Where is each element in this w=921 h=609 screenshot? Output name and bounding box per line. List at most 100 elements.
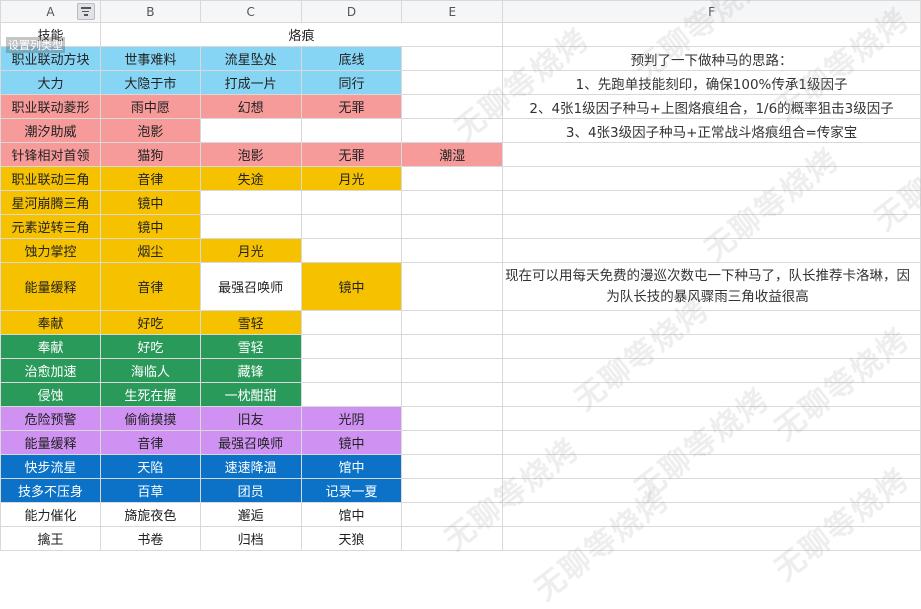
grid-cell[interactable]: 幻想 bbox=[199, 94, 302, 119]
note-cell[interactable]: 现在可以用每天免费的漫巡次数屯一下种马了，队长推荐卡洛琳，因为队长技的暴风骤雨三… bbox=[502, 262, 921, 311]
grid-cell[interactable]: 针锋相对首领 bbox=[0, 142, 101, 167]
grid-cell[interactable] bbox=[401, 46, 504, 71]
grid-cell[interactable]: 擒王 bbox=[0, 526, 101, 551]
grid-cell[interactable]: 流星坠处 bbox=[199, 46, 302, 71]
grid-cell[interactable]: 雨中愿 bbox=[99, 94, 201, 119]
grid-cell[interactable] bbox=[401, 406, 504, 431]
grid-cell[interactable]: 镜中 bbox=[99, 214, 201, 239]
grid-cell[interactable]: 同行 bbox=[300, 70, 403, 95]
grid-cell[interactable] bbox=[300, 190, 403, 215]
grid-cell[interactable]: 速速降温 bbox=[199, 454, 302, 479]
note-cell[interactable] bbox=[502, 478, 921, 503]
grid-cell[interactable]: 泡影 bbox=[99, 118, 201, 143]
empty-cell[interactable] bbox=[502, 22, 921, 47]
grid-cell[interactable]: 奉献 bbox=[0, 334, 101, 359]
note-cell[interactable] bbox=[502, 190, 921, 215]
grid-cell[interactable]: 职业联动三角 bbox=[0, 166, 101, 191]
note-cell[interactable] bbox=[502, 310, 921, 335]
grid-cell[interactable] bbox=[401, 238, 504, 263]
note-cell[interactable] bbox=[502, 214, 921, 239]
grid-cell[interactable]: 能力催化 bbox=[0, 502, 101, 527]
note-cell[interactable] bbox=[502, 430, 921, 455]
grid-cell[interactable]: 无罪 bbox=[300, 142, 403, 167]
grid-cell[interactable]: 光阴 bbox=[300, 406, 403, 431]
grid-cell[interactable] bbox=[300, 214, 403, 239]
grid-cell[interactable] bbox=[199, 118, 302, 143]
note-cell[interactable] bbox=[502, 526, 921, 551]
grid-cell[interactable]: 职业联动菱形 bbox=[0, 94, 101, 119]
note-cell[interactable]: 预判了一下做种马的思路： bbox=[502, 46, 921, 71]
grid-cell[interactable] bbox=[401, 526, 504, 551]
grid-cell[interactable] bbox=[401, 382, 504, 407]
grid-cell[interactable]: 月光 bbox=[300, 166, 403, 191]
grid-cell[interactable]: 快步流星 bbox=[0, 454, 101, 479]
grid-cell[interactable] bbox=[300, 382, 403, 407]
grid-cell[interactable] bbox=[401, 334, 504, 359]
note-cell[interactable]: 2、4张1级因子种马+上图烙痕组合，1/6的概率狙击3级因子 bbox=[502, 94, 921, 119]
grid-cell[interactable] bbox=[300, 334, 403, 359]
grid-cell[interactable]: 奉献 bbox=[0, 310, 101, 335]
grid-cell[interactable]: 能量缓释 bbox=[0, 262, 101, 311]
grid-cell[interactable]: 书卷 bbox=[99, 526, 201, 551]
grid-cell[interactable]: 音律 bbox=[99, 262, 201, 311]
grid-cell[interactable]: 星河崩腾三角 bbox=[0, 190, 101, 215]
grid-cell[interactable] bbox=[300, 238, 403, 263]
grid-cell[interactable] bbox=[401, 430, 504, 455]
grid-cell[interactable]: 潮湿 bbox=[401, 142, 504, 167]
grid-cell[interactable] bbox=[300, 118, 403, 143]
grid-cell[interactable]: 镜中 bbox=[99, 190, 201, 215]
grid-cell[interactable]: 藏锋 bbox=[199, 358, 302, 383]
grid-cell[interactable]: 烟尘 bbox=[99, 238, 201, 263]
grid-cell[interactable]: 天狼 bbox=[300, 526, 403, 551]
grid-cell[interactable] bbox=[401, 70, 504, 95]
grid-cell[interactable]: 猫狗 bbox=[99, 142, 201, 167]
grid-cell[interactable] bbox=[401, 262, 504, 311]
note-cell[interactable] bbox=[502, 358, 921, 383]
grid-cell[interactable]: 邂逅 bbox=[199, 502, 302, 527]
grid-cell[interactable]: 好吃 bbox=[99, 310, 201, 335]
grid-cell[interactable]: 能量缓释 bbox=[0, 430, 101, 455]
brand-header-cell[interactable]: 烙痕 bbox=[99, 22, 504, 47]
grid-cell[interactable]: 底线 bbox=[300, 46, 403, 71]
grid-cell[interactable]: 世事难料 bbox=[99, 46, 201, 71]
grid-cell[interactable]: 旧友 bbox=[199, 406, 302, 431]
grid-cell[interactable] bbox=[199, 214, 302, 239]
note-cell[interactable] bbox=[502, 406, 921, 431]
note-cell[interactable] bbox=[502, 142, 921, 167]
grid-cell[interactable]: 镜中 bbox=[300, 262, 403, 311]
grid-cell[interactable]: 归档 bbox=[199, 526, 302, 551]
grid-cell[interactable]: 雪轻 bbox=[199, 310, 302, 335]
grid-cell[interactable]: 好吃 bbox=[99, 334, 201, 359]
grid-cell[interactable]: 打成一片 bbox=[199, 70, 302, 95]
grid-cell[interactable] bbox=[300, 358, 403, 383]
grid-cell[interactable]: 雪轻 bbox=[199, 334, 302, 359]
grid-cell[interactable]: 团员 bbox=[199, 478, 302, 503]
grid-cell[interactable]: 天陷 bbox=[99, 454, 201, 479]
grid-cell[interactable]: 馆中 bbox=[300, 454, 403, 479]
grid-cell[interactable] bbox=[401, 166, 504, 191]
grid-cell[interactable]: 镜中 bbox=[300, 430, 403, 455]
grid-cell[interactable] bbox=[401, 214, 504, 239]
column-header-f[interactable]: F bbox=[502, 0, 921, 23]
grid-cell[interactable] bbox=[401, 478, 504, 503]
grid-cell[interactable] bbox=[300, 310, 403, 335]
grid-cell[interactable] bbox=[401, 358, 504, 383]
grid-cell[interactable]: 大力 bbox=[0, 70, 101, 95]
note-cell[interactable] bbox=[502, 454, 921, 479]
column-header-a[interactable]: A bbox=[0, 0, 101, 23]
note-cell[interactable] bbox=[502, 382, 921, 407]
grid-cell[interactable]: 记录一夏 bbox=[300, 478, 403, 503]
grid-cell[interactable] bbox=[199, 190, 302, 215]
grid-cell[interactable]: 最强召唤师 bbox=[199, 262, 302, 311]
column-header-b[interactable]: B bbox=[99, 0, 201, 23]
note-cell[interactable] bbox=[502, 502, 921, 527]
grid-cell[interactable]: 月光 bbox=[199, 238, 302, 263]
grid-cell[interactable]: 生死在握 bbox=[99, 382, 201, 407]
grid-cell[interactable] bbox=[401, 118, 504, 143]
grid-cell[interactable] bbox=[401, 454, 504, 479]
grid-cell[interactable]: 元素逆转三角 bbox=[0, 214, 101, 239]
grid-cell[interactable] bbox=[401, 310, 504, 335]
grid-cell[interactable]: 失途 bbox=[199, 166, 302, 191]
note-cell[interactable]: 1、先跑单技能刻印，确保100%传承1级因子 bbox=[502, 70, 921, 95]
grid-cell[interactable] bbox=[401, 94, 504, 119]
